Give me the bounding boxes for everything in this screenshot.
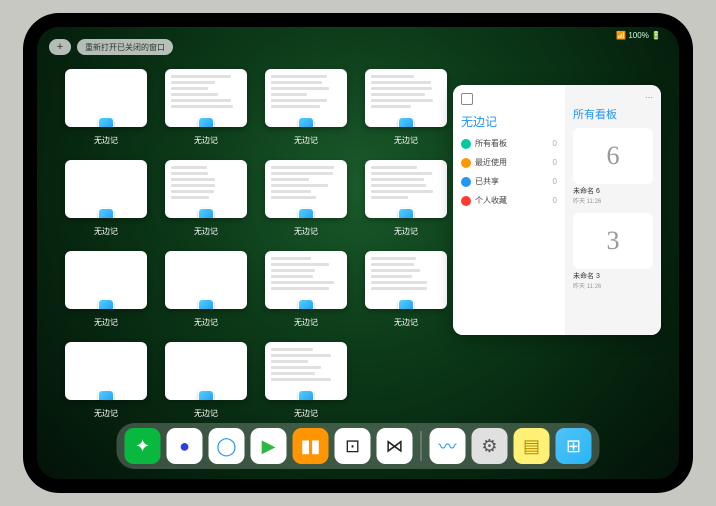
freeform-app-icon — [198, 299, 214, 309]
dock-app-notes[interactable]: ▤ — [514, 428, 550, 464]
sidebar-item-count: 0 — [553, 158, 557, 167]
board-preview: 3 — [573, 213, 653, 269]
freeform-app-icon — [98, 117, 114, 127]
board-item[interactable]: 6 未命名 6昨天 11:26 — [573, 128, 653, 205]
sidebar-item-label: 个人收藏 — [475, 195, 507, 206]
freeform-app-icon — [398, 299, 414, 309]
sidebar-item[interactable]: 已共享 0 — [461, 176, 557, 187]
freeform-app-icon — [98, 299, 114, 309]
freeform-app-icon — [298, 117, 314, 127]
app-window-thumb[interactable]: 无边记 — [65, 342, 147, 419]
thumb-label: 无边记 — [294, 317, 318, 328]
sidebar-item-label: 最近使用 — [475, 157, 507, 168]
thumb-label: 无边记 — [194, 135, 218, 146]
sidebar-toggle-icon[interactable] — [461, 93, 473, 105]
board-preview: 6 — [573, 128, 653, 184]
freeform-content: ⋯ 所有看板 6未命名 6昨天 11:263未命名 3昨天 11:26 — [565, 85, 661, 335]
app-window-thumb[interactable]: 无边记 — [65, 160, 147, 237]
app-window-thumb[interactable]: 无边记 — [265, 160, 347, 237]
content-title: 所有看板 — [573, 106, 653, 122]
dock-app-wechat[interactable]: ✦ — [125, 428, 161, 464]
sidebar-item-label: 所有看板 — [475, 138, 507, 149]
thumb-label: 无边记 — [394, 317, 418, 328]
dock-app-graph[interactable]: ⋈ — [377, 428, 413, 464]
dock-app-dice[interactable]: ⊡ — [335, 428, 371, 464]
thumb-label: 无边记 — [394, 226, 418, 237]
sidebar-title: 无边记 — [461, 113, 557, 130]
freeform-app-icon — [198, 208, 214, 218]
sidebar-item[interactable]: 所有看板 0 — [461, 138, 557, 149]
thumb-label: 无边记 — [94, 408, 118, 419]
freeform-app-icon — [298, 390, 314, 400]
dock-app-freeform[interactable]: 〰 — [430, 428, 466, 464]
freeform-popover: 无边记 所有看板0最近使用0已共享0个人收藏0 ⋯ 所有看板 6未命名 6昨天 … — [453, 85, 661, 335]
thumb-label: 无边记 — [394, 135, 418, 146]
category-icon — [461, 196, 471, 206]
dock-app-books[interactable]: ▮▮ — [293, 428, 329, 464]
topbar: + 重新打开已关闭的窗口 — [49, 39, 173, 55]
freeform-app-icon — [398, 208, 414, 218]
app-window-thumb[interactable]: 无边记 — [365, 160, 447, 237]
sidebar-item-label: 已共享 — [475, 176, 499, 187]
app-window-thumb[interactable]: 无边记 — [165, 342, 247, 419]
category-icon — [461, 139, 471, 149]
reopen-closed-window-button[interactable]: 重新打开已关闭的窗口 — [77, 39, 173, 55]
thumb-label: 无边记 — [94, 135, 118, 146]
sidebar-item-count: 0 — [553, 139, 557, 148]
sidebar-item-count: 0 — [553, 196, 557, 205]
app-window-thumb[interactable]: 无边记 — [265, 342, 347, 419]
freeform-app-icon — [298, 299, 314, 309]
thumb-label: 无边记 — [194, 408, 218, 419]
freeform-sidebar: 无边记 所有看板 0 最近使用 0 已共享 0 个人收藏 0 — [453, 85, 565, 335]
thumb-label: 无边记 — [294, 135, 318, 146]
app-switcher-grid: 无边记无边记无边记无边记无边记无边记无边记无边记无边记无边记无边记无边记无边记无… — [65, 69, 447, 419]
freeform-app-icon — [198, 117, 214, 127]
freeform-app-icon — [398, 117, 414, 127]
app-window-thumb[interactable]: 无边记 — [165, 69, 247, 146]
dock-app-media[interactable]: ▶ — [251, 428, 287, 464]
ipad-frame: 📶 100% 🔋 + 重新打开已关闭的窗口 无边记无边记无边记无边记无边记无边记… — [23, 13, 693, 493]
thumb-label: 无边记 — [194, 317, 218, 328]
freeform-app-icon — [98, 390, 114, 400]
app-window-thumb[interactable]: 无边记 — [65, 69, 147, 146]
app-window-thumb[interactable]: 无边记 — [365, 69, 447, 146]
app-window-thumb[interactable]: 无边记 — [165, 160, 247, 237]
freeform-app-icon — [298, 208, 314, 218]
dock-app-quark-hd[interactable]: ● — [167, 428, 203, 464]
thumb-label: 无边记 — [294, 226, 318, 237]
thumb-label: 无边记 — [94, 226, 118, 237]
thumb-label: 无边记 — [194, 226, 218, 237]
app-window-thumb[interactable]: 无边记 — [365, 251, 447, 328]
more-icon[interactable]: ⋯ — [573, 93, 653, 102]
new-window-button[interactable]: + — [49, 39, 71, 55]
dock-app-settings[interactable]: ⚙ — [472, 428, 508, 464]
dock-app-app-library[interactable]: ⊞ — [556, 428, 592, 464]
freeform-app-icon — [198, 390, 214, 400]
board-date: 昨天 11:26 — [573, 196, 653, 205]
sidebar-item[interactable]: 最近使用 0 — [461, 157, 557, 168]
app-window-thumb[interactable]: 无边记 — [265, 69, 347, 146]
thumb-label: 无边记 — [294, 408, 318, 419]
board-date: 昨天 11:26 — [573, 281, 653, 290]
sidebar-item-count: 0 — [553, 177, 557, 186]
screen: 📶 100% 🔋 + 重新打开已关闭的窗口 无边记无边记无边记无边记无边记无边记… — [37, 27, 679, 479]
app-window-thumb[interactable]: 无边记 — [165, 251, 247, 328]
category-icon — [461, 158, 471, 168]
freeform-app-icon — [98, 208, 114, 218]
board-item[interactable]: 3 未命名 3昨天 11:26 — [573, 213, 653, 290]
category-icon — [461, 177, 471, 187]
app-window-thumb[interactable]: 无边记 — [265, 251, 347, 328]
sidebar-item[interactable]: 个人收藏 0 — [461, 195, 557, 206]
app-window-thumb[interactable]: 无边记 — [65, 251, 147, 328]
dock-app-quark[interactable]: ◯ — [209, 428, 245, 464]
board-name: 未命名 6 — [573, 186, 653, 196]
board-name: 未命名 3 — [573, 271, 653, 281]
dock: ✦●◯▶▮▮⊡⋈ 〰⚙▤⊞ — [117, 423, 600, 469]
status-bar: 📶 100% 🔋 — [616, 31, 661, 40]
dock-separator — [421, 431, 422, 461]
thumb-label: 无边记 — [94, 317, 118, 328]
